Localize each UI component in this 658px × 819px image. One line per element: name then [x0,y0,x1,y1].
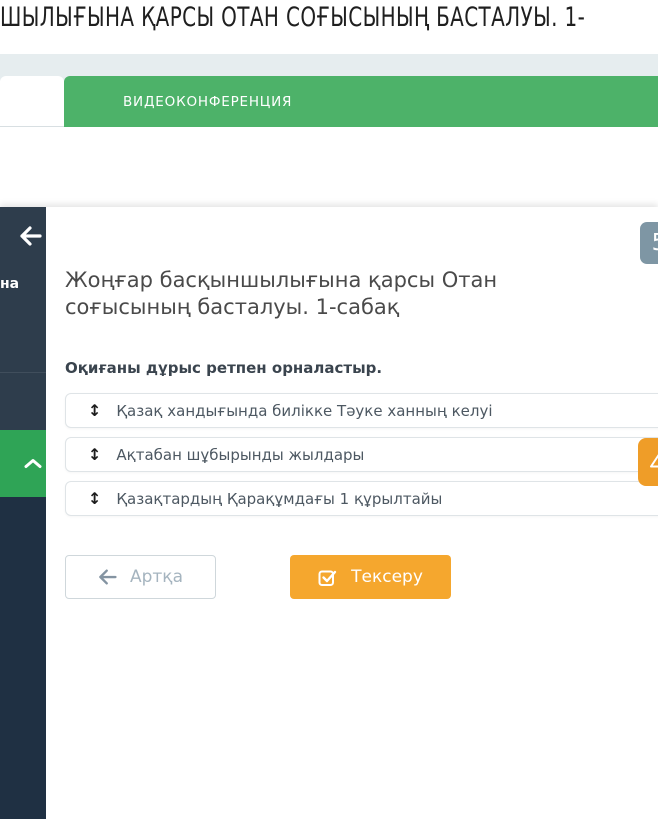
sidebar-collapse-button[interactable] [0,430,46,497]
list-item-label: Қазақ хандығында билікке Тәуке ханның ке… [116,401,493,420]
sidebar-lower-section [0,497,46,819]
hint-badge[interactable] [638,438,658,486]
task-sidebar: на [0,207,46,819]
list-item[interactable]: ↕ Қазақ хандығында билікке Тәуке ханның … [65,393,658,428]
task-title: Жоңғар басқыншылығына қарсы Отан соғысын… [65,268,498,319]
list-item-label: Қазақтардың Қарақұмдағы 1 құрылтайы [116,489,443,508]
arrow-left-icon [98,569,117,585]
tab-bar: ВИДЕОКОНФЕРЕНЦИЯ [0,54,658,127]
chevron-up-icon [24,454,46,473]
tab-bar-divider [0,126,64,127]
drag-handle-icon[interactable]: ↕ [88,402,101,419]
sidebar-clipped-label: на [0,276,20,292]
back-button-label: Артқа [129,567,183,587]
sortable-list: ↕ Қазақ хандығында билікке Тәуке ханның … [65,393,658,525]
side-panel-badge[interactable]: 5 [640,222,658,264]
check-button-label: Тексеру [351,567,423,587]
lesson-header: ШЫЛЫҒЫНА ҚАРСЫ ОТАН СОҒЫСЫНЫҢ БАСТАЛУЫ. … [0,0,658,54]
sidebar-divider [0,372,46,373]
tab-videoconference[interactable]: ВИДЕОКОНФЕРЕНЦИЯ [64,76,658,127]
list-item[interactable]: ↕ Ақтабан шұбырынды жылдары [65,437,658,472]
back-button[interactable]: Артқа [65,555,216,599]
task-instruction: Оқиғаны дұрыс ретпен орналастыр. [65,359,383,377]
list-item[interactable]: ↕ Қазақтардың Қарақұмдағы 1 құрылтайы [65,481,658,516]
list-item-label: Ақтабан шұбырынды жылдары [116,445,365,464]
back-arrow-button[interactable] [18,225,44,249]
screen: ШЫЛЫҒЫНА ҚАРСЫ ОТАН СОҒЫСЫНЫҢ БАСТАЛУЫ. … [0,0,658,819]
task-panel: 5 Жоңғар басқыншылығына қарсы Отан соғыс… [46,207,658,819]
lesson-header-title: ШЫЛЫҒЫНА ҚАРСЫ ОТАН СОҒЫСЫНЫҢ БАСТАЛУЫ. … [0,2,586,33]
triangle-icon [650,451,658,473]
tab-inactive[interactable] [0,76,64,126]
tab-videoconference-label: ВИДЕОКОНФЕРЕНЦИЯ [123,93,293,110]
task-widget: на 5 Жоңғар басқыншылығына қарсы Отан со… [0,207,658,819]
drag-handle-icon[interactable]: ↕ [88,446,101,463]
arrow-left-icon [18,226,42,251]
drag-handle-icon[interactable]: ↕ [88,490,101,507]
check-button[interactable]: Тексеру [290,555,451,599]
check-square-icon [318,568,337,587]
side-panel-badge-glyph: 5 [652,230,658,256]
